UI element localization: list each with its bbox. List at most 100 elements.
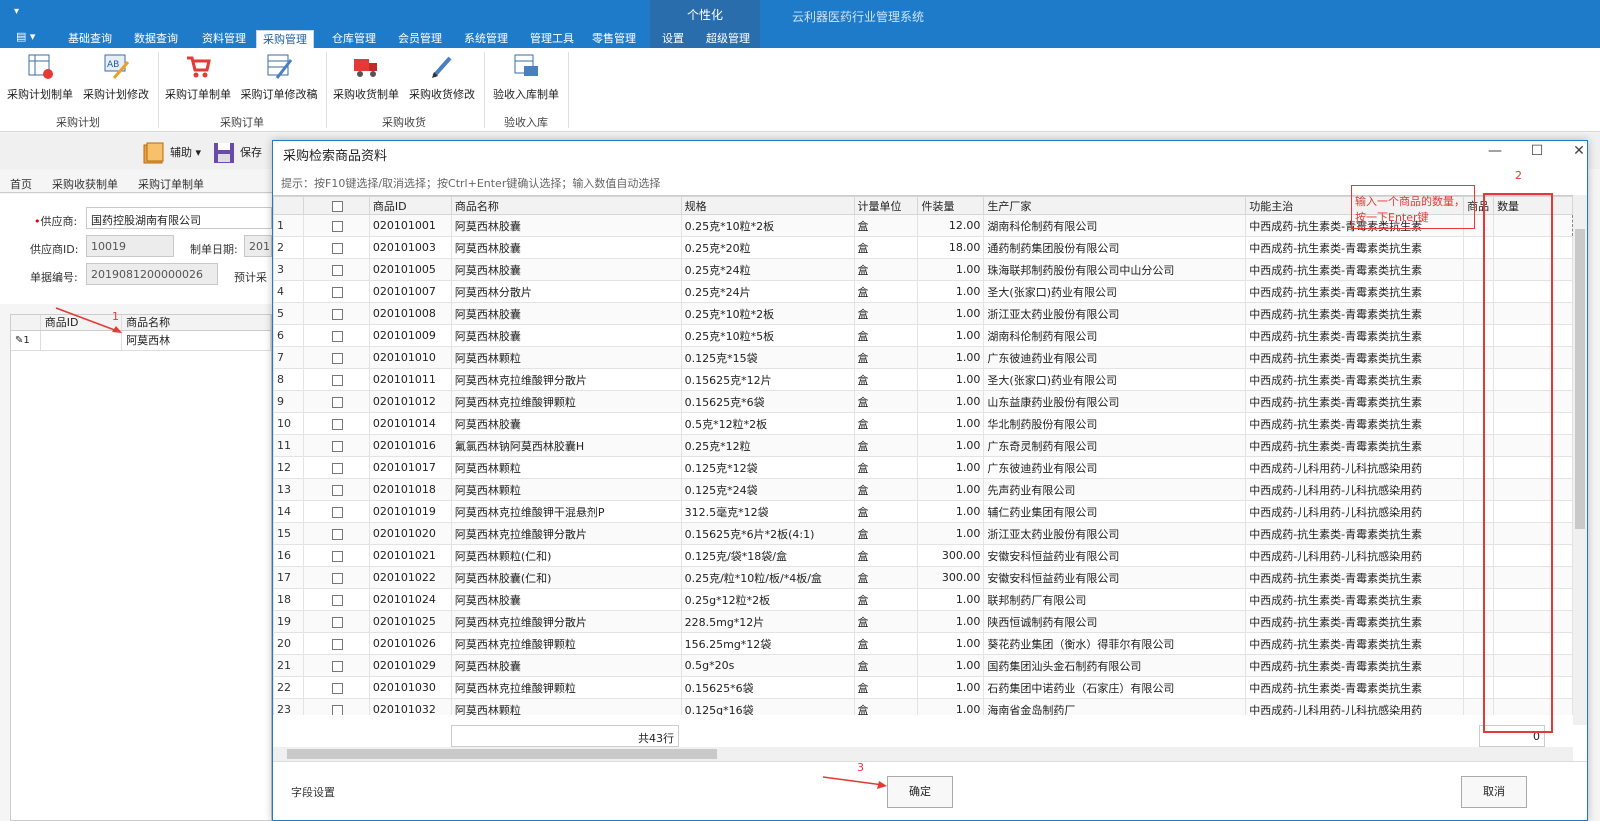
cell-product-id[interactable]: 020101008: [368, 302, 452, 325]
cell-pack-qty[interactable]: 12.00: [917, 214, 985, 237]
table-row[interactable]: 6 020101009 阿莫西林胶囊 0.25克*10粒*5板盒 1.00 湖南科伦制药有…: [273, 324, 1573, 347]
cell-manufacturer[interactable]: 广东彼迪药业有限公司: [983, 346, 1247, 369]
cell-product-name[interactable]: 阿莫西林克拉维酸钾颗粒: [450, 676, 682, 699]
cell-product-id[interactable]: 020101022: [368, 566, 452, 589]
cell-spec[interactable]: 0.15625克*6片*2板(4:1): [680, 522, 855, 545]
cell-unit[interactable]: 盒: [853, 566, 919, 589]
table-row[interactable]: 23 020101032 阿莫西林颗粒 0.125g*16袋盒 1.00 海南省金岛制药厂…: [273, 698, 1573, 715]
app-menu-button[interactable]: ▤ ▾: [16, 30, 35, 43]
cell-spec[interactable]: 0.25克*10粒*2板: [680, 214, 855, 237]
cell-spec[interactable]: 0.15625克*12片: [680, 368, 855, 391]
vertical-scroll-thumb[interactable]: [1575, 229, 1585, 529]
cell-product-id[interactable]: 020101029: [368, 654, 452, 677]
row-checkbox[interactable]: [302, 676, 370, 699]
header-manufacturer[interactable]: 生产厂家: [983, 196, 1247, 215]
cell-unit[interactable]: 盒: [853, 368, 919, 391]
row-checkbox[interactable]: [302, 654, 370, 677]
cell-manufacturer[interactable]: 安徽安科恒益药业有限公司: [983, 544, 1247, 567]
cell-pack-qty[interactable]: 1.00: [917, 390, 985, 413]
tab-data-query[interactable]: 数据查询: [128, 30, 184, 48]
tab-settings[interactable]: 设置: [656, 30, 690, 48]
select-checkbox[interactable]: [331, 264, 343, 276]
quick-access-toolbar[interactable]: ▾: [14, 6, 19, 17]
table-row[interactable]: 21 020101029 阿莫西林胶囊 0.5g*20s 盒 1.00 国药集团汕头金石制药…: [273, 654, 1573, 677]
purchase-receive-create-button[interactable]: 采购收货制单: [332, 52, 400, 108]
cell-product-name[interactable]: 阿莫西林胶囊: [450, 412, 682, 435]
cell-indication[interactable]: 中西成药-抗生素类-青霉素类抗生素: [1245, 522, 1465, 545]
header-unit[interactable]: 计量单位: [853, 196, 919, 215]
cell-manufacturer[interactable]: 海南省金岛制药厂: [983, 698, 1247, 715]
cell-unit[interactable]: 盒: [853, 698, 919, 715]
row-checkbox[interactable]: [302, 412, 370, 435]
cell-indication[interactable]: 中西成药-抗生素类-青霉素类抗生素: [1245, 236, 1465, 259]
cell-indication[interactable]: 中西成药-抗生素类-青霉素类抗生素: [1245, 368, 1465, 391]
table-row[interactable]: 18 020101024 阿莫西林胶囊 0.25g*12粒*2板盒 1.00 联邦制药厂有…: [273, 588, 1573, 611]
cell-product-id[interactable]: 020101030: [368, 676, 452, 699]
cell-manufacturer[interactable]: 浙江亚太药业股份有限公司: [983, 522, 1247, 545]
cell-spec[interactable]: 0.125克*15袋: [680, 346, 855, 369]
select-checkbox[interactable]: [331, 418, 343, 430]
cell-manufacturer[interactable]: 湖南科伦制药有限公司: [983, 214, 1247, 237]
row-checkbox[interactable]: [302, 456, 370, 479]
select-checkbox[interactable]: [331, 484, 343, 496]
cell-product-id[interactable]: 020101007: [368, 280, 452, 303]
horizontal-scrollbar[interactable]: [273, 747, 1573, 761]
supplier-input[interactable]: 国药控股湖南有限公司: [86, 207, 272, 229]
cell-pack-qty[interactable]: 1.00: [917, 588, 985, 611]
cell-product-name[interactable]: 阿莫西林克拉维酸钾分散片: [450, 368, 682, 391]
cell-spec[interactable]: 0.125克/袋*18袋/盒: [680, 544, 855, 567]
cell-pack-qty[interactable]: 1.00: [917, 632, 985, 655]
cell-manufacturer[interactable]: 联邦制药厂有限公司: [983, 588, 1247, 611]
select-checkbox[interactable]: [331, 330, 343, 342]
cell-unit[interactable]: 盒: [853, 324, 919, 347]
tab-purchase-manage[interactable]: 采购管理: [256, 30, 314, 48]
table-row[interactable]: 22 020101030 阿莫西林克拉维酸钾颗粒 0.15625*6袋盒 1.00 石药集…: [273, 676, 1573, 699]
cancel-button[interactable]: 取消: [1461, 776, 1527, 808]
cell-pack-qty[interactable]: 1.00: [917, 500, 985, 523]
save-button[interactable]: 保存: [212, 141, 262, 165]
cell-spec[interactable]: 0.15625克*6袋: [680, 390, 855, 413]
row-checkbox[interactable]: [302, 632, 370, 655]
cell-manufacturer[interactable]: 山东益康药业股份有限公司: [983, 390, 1247, 413]
cell-product-name[interactable]: 阿莫西林胶囊: [450, 302, 682, 325]
doc-tab-home[interactable]: 首页: [0, 173, 42, 192]
row-checkbox[interactable]: [302, 236, 370, 259]
cell-product-id[interactable]: 020101024: [368, 588, 452, 611]
table-row[interactable]: 12 020101017 阿莫西林颗粒 0.125克*12袋盒 1.00 广东彼迪药业有限…: [273, 456, 1573, 479]
tab-system-manage[interactable]: 系统管理: [458, 30, 514, 48]
vertical-scrollbar[interactable]: [1573, 195, 1587, 725]
row-product-name[interactable]: 阿莫西林: [122, 331, 271, 350]
cell-unit[interactable]: 盒: [853, 478, 919, 501]
row-checkbox[interactable]: [302, 368, 370, 391]
tab-retail-manage[interactable]: 零售管理: [586, 30, 642, 48]
purchase-order-create-button[interactable]: 采购订单制单: [164, 52, 232, 108]
row-checkbox[interactable]: [302, 566, 370, 589]
table-row[interactable]: 2 020101003 阿莫西林胶囊 0.25克*20粒盒 18.00 通药制药集团股份有…: [273, 236, 1573, 259]
cell-spec[interactable]: 0.25克/粒*10粒/板/*4板/盒: [680, 566, 855, 589]
cell-manufacturer[interactable]: 国药集团汕头金石制药有限公司: [983, 654, 1247, 677]
cell-pack-qty[interactable]: 1.00: [917, 258, 985, 281]
cell-product-name[interactable]: 阿莫西林胶囊: [450, 654, 682, 677]
field-settings-link[interactable]: 字段设置: [291, 784, 335, 800]
header-spec[interactable]: 规格: [680, 196, 855, 215]
row-checkbox[interactable]: [302, 610, 370, 633]
select-checkbox[interactable]: [331, 616, 343, 628]
purchase-receive-edit-button[interactable]: 采购收货修改: [408, 52, 476, 108]
cell-product-id[interactable]: 020101016: [368, 434, 452, 457]
cell-spec[interactable]: 0.5g*20s: [680, 654, 855, 677]
cell-product-id[interactable]: 020101014: [368, 412, 452, 435]
cell-manufacturer[interactable]: 湖南科伦制药有限公司: [983, 324, 1247, 347]
cell-product-id[interactable]: 020101021: [368, 544, 452, 567]
cell-indication[interactable]: 中西成药-抗生素类-青霉素类抗生素: [1245, 632, 1465, 655]
cell-spec[interactable]: 0.25克*24粒: [680, 258, 855, 281]
cell-product-name[interactable]: 阿莫西林克拉维酸钾分散片: [450, 522, 682, 545]
cell-product-name[interactable]: 氟氯西林钠阿莫西林胶囊H: [450, 434, 682, 457]
cell-spec[interactable]: 156.25mg*12袋: [680, 632, 855, 655]
select-checkbox[interactable]: [331, 462, 343, 474]
row-checkbox[interactable]: [302, 258, 370, 281]
row-checkbox[interactable]: [302, 214, 370, 237]
select-checkbox[interactable]: [331, 374, 343, 386]
purchase-plan-edit-button[interactable]: AB 采购计划修改: [82, 52, 150, 108]
cell-product-name[interactable]: 阿莫西林克拉维酸钾颗粒: [450, 632, 682, 655]
cell-manufacturer[interactable]: 圣大(张家口)药业有限公司: [983, 368, 1247, 391]
